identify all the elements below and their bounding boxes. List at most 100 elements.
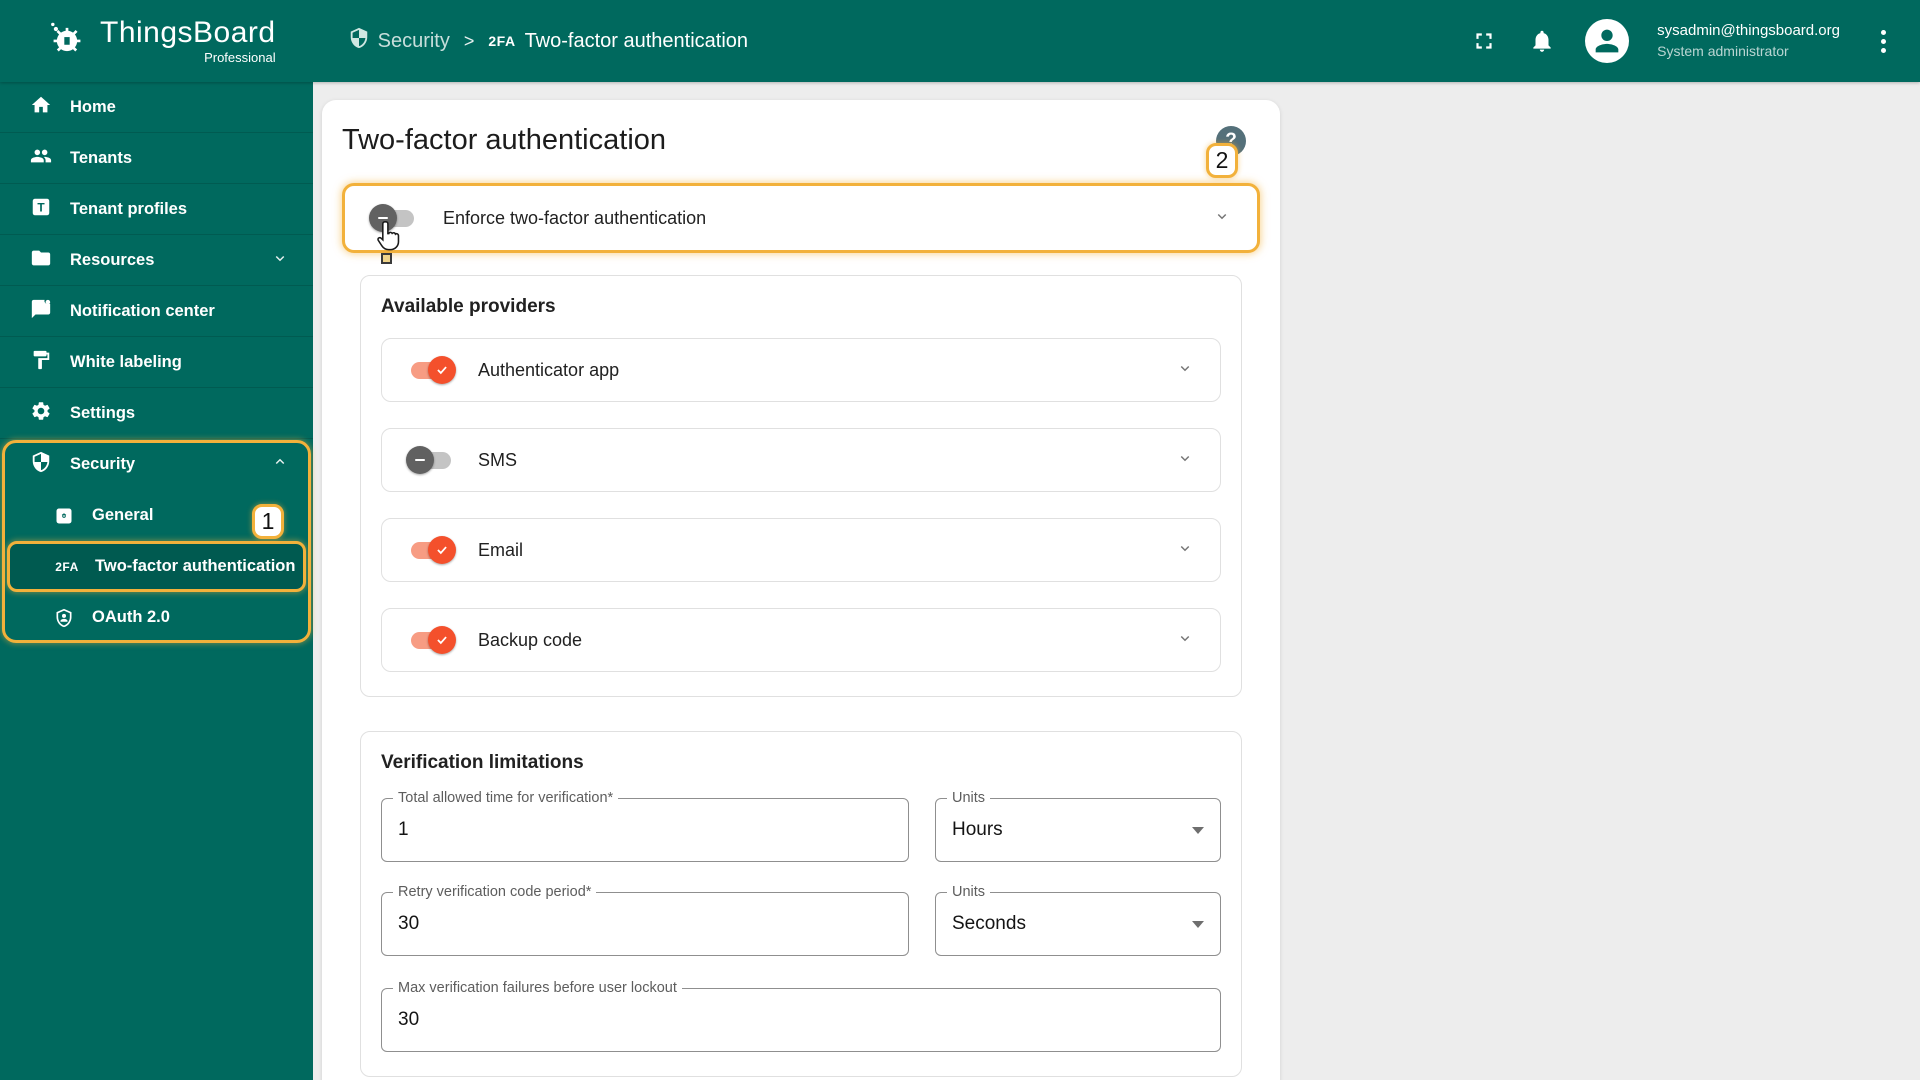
sms-toggle[interactable] <box>406 446 454 474</box>
annotation-step-badge-1: 1 <box>252 504 284 539</box>
provider-row-backup-code[interactable]: Backup code <box>381 608 1221 672</box>
2fa-icon: 2FA <box>55 559 79 574</box>
max-failures-field[interactable]: Max verification failures before user lo… <box>381 980 1221 1052</box>
svg-text:T: T <box>37 200 45 214</box>
breadcrumb-security-link[interactable]: Security <box>348 27 450 55</box>
annotation-step-badge-2: 2 <box>1206 143 1238 178</box>
select-value[interactable]: Hours <box>936 799 1220 861</box>
field-label: Retry verification code period* <box>393 884 597 900</box>
sidebar-nav: Home Tenants T Tenant profiles Resources… <box>0 82 313 1080</box>
field-label: Total allowed time for verification* <box>393 790 619 806</box>
more-menu-icon[interactable] <box>1868 26 1898 56</box>
toggle-dash-icon <box>369 204 397 232</box>
field-label: Units <box>947 790 991 806</box>
chevron-up-icon <box>271 453 289 476</box>
email-toggle[interactable] <box>408 536 456 564</box>
page-title: Two-factor authentication <box>342 124 667 156</box>
select-value[interactable]: Seconds <box>936 893 1220 955</box>
breadcrumb-current-page: 2FA Two-factor authentication <box>488 30 748 53</box>
enforce-2fa-toggle[interactable] <box>369 204 417 232</box>
sidebar-item-notification-center[interactable]: Notification center <box>0 286 313 337</box>
sidebar-item-security[interactable]: Security <box>0 439 313 490</box>
sidebar-item-tenants[interactable]: Tenants <box>0 133 313 184</box>
sidebar-item-label: Tenant profiles <box>70 199 188 218</box>
toggle-dash-icon <box>406 446 434 474</box>
field-value[interactable]: 1 <box>382 799 908 861</box>
sidebar-item-tenant-profiles[interactable]: T Tenant profiles <box>0 184 313 235</box>
provider-label: Email <box>478 539 524 560</box>
toggle-check-icon <box>428 536 456 564</box>
section-heading: Verification limitations <box>381 752 584 773</box>
retry-period-field[interactable]: Retry verification code period* 30 <box>381 884 909 956</box>
total-time-field[interactable]: Total allowed time for verification* 1 <box>381 790 909 862</box>
sidebar-item-label: Notification center <box>70 301 215 320</box>
shield-account-icon <box>52 608 76 628</box>
enforce-2fa-label: Enforce two-factor authentication <box>443 207 707 228</box>
sidebar-item-label: Resources <box>70 250 155 269</box>
user-email: sysadmin@thingsboard.org <box>1657 22 1840 39</box>
fullscreen-icon[interactable] <box>1469 26 1499 56</box>
notification-center-icon <box>30 298 52 325</box>
home-icon <box>30 94 52 121</box>
provider-row-authenticator-app[interactable]: Authenticator app <box>381 338 1221 402</box>
breadcrumb-page-label: Two-factor authentication <box>524 29 749 52</box>
two-factor-settings-card: Two-factor authentication Enforce two-fa… <box>322 100 1280 1080</box>
provider-row-email[interactable]: Email <box>381 518 1221 582</box>
top-header: ThingsBoard Professional Security > 2FA … <box>0 0 1920 82</box>
sidebar-item-resources[interactable]: Resources <box>0 235 313 286</box>
provider-label: Backup code <box>478 629 583 650</box>
sidebar-item-white-labeling[interactable]: White labeling <box>0 337 313 388</box>
enforce-2fa-panel[interactable]: Enforce two-factor authentication <box>342 183 1260 253</box>
logo-subtitle: Professional <box>204 49 276 65</box>
chevron-down-icon[interactable] <box>1213 207 1231 230</box>
sidebar-item-label: Home <box>70 97 116 116</box>
user-avatar[interactable] <box>1585 19 1630 63</box>
sidebar-item-settings[interactable]: Settings <box>0 388 313 439</box>
chevron-down-icon[interactable] <box>1176 539 1194 562</box>
authenticator-app-toggle[interactable] <box>408 356 456 384</box>
cursor-click-marker <box>381 253 392 264</box>
main-content: Two-factor authentication Enforce two-fa… <box>313 82 1920 1080</box>
user-role: System administrator <box>1657 43 1789 59</box>
provider-row-sms[interactable]: SMS <box>381 428 1221 492</box>
folder-icon <box>30 247 52 274</box>
chevron-down-icon[interactable] <box>1176 629 1194 652</box>
sidebar-item-label: General <box>92 506 154 524</box>
chevron-down-icon[interactable] <box>1176 449 1194 472</box>
total-time-units-select[interactable]: Units Hours <box>935 790 1221 862</box>
logo-title: ThingsBoard <box>100 15 276 49</box>
sidebar-item-label: OAuth 2.0 <box>92 608 170 626</box>
provider-label: Authenticator app <box>478 359 620 380</box>
select-caret-icon <box>1192 921 1204 928</box>
settings-box-icon <box>52 506 76 526</box>
field-value[interactable]: 30 <box>382 893 908 955</box>
backup-code-toggle[interactable] <box>408 626 456 654</box>
2fa-icon: 2FA <box>488 33 516 49</box>
tenants-people-icon <box>30 145 52 172</box>
white-labeling-icon <box>30 349 52 376</box>
gear-icon <box>30 400 52 427</box>
sidebar-item-label: Settings <box>70 403 136 422</box>
sidebar-item-two-factor-authentication[interactable]: 2FA Two-factor authentication <box>7 541 306 592</box>
user-info: sysadmin@thingsboard.org System administ… <box>1657 21 1840 61</box>
retry-period-units-select[interactable]: Units Seconds <box>935 884 1221 956</box>
select-caret-icon <box>1192 827 1204 834</box>
field-label: Max verification failures before user lo… <box>393 980 682 996</box>
verification-limitations-section: Verification limitations Total allowed t… <box>360 731 1242 1077</box>
field-value[interactable]: 30 <box>382 989 1220 1051</box>
notifications-bell-icon[interactable] <box>1527 26 1557 56</box>
sidebar-item-label: Tenants <box>70 148 133 167</box>
tenant-profiles-icon: T <box>30 196 52 223</box>
available-providers-section: Available providers Authenticator app SM… <box>360 275 1242 697</box>
sidebar-item-home[interactable]: Home <box>0 82 313 133</box>
sidebar-item-oauth[interactable]: OAuth 2.0 <box>0 592 313 643</box>
sidebar-item-label: White labeling <box>70 352 182 371</box>
breadcrumb: Security > 2FA Two-factor authentication <box>348 27 748 55</box>
sidebar-security-group: Security General 2FA Two-factor authenti… <box>0 439 313 643</box>
chevron-down-icon[interactable] <box>1176 359 1194 382</box>
shield-icon <box>30 451 52 478</box>
shield-icon <box>348 27 370 55</box>
chevron-down-icon <box>271 249 289 272</box>
thingsboard-logo[interactable]: ThingsBoard Professional <box>44 16 276 67</box>
field-label: Units <box>947 884 991 900</box>
